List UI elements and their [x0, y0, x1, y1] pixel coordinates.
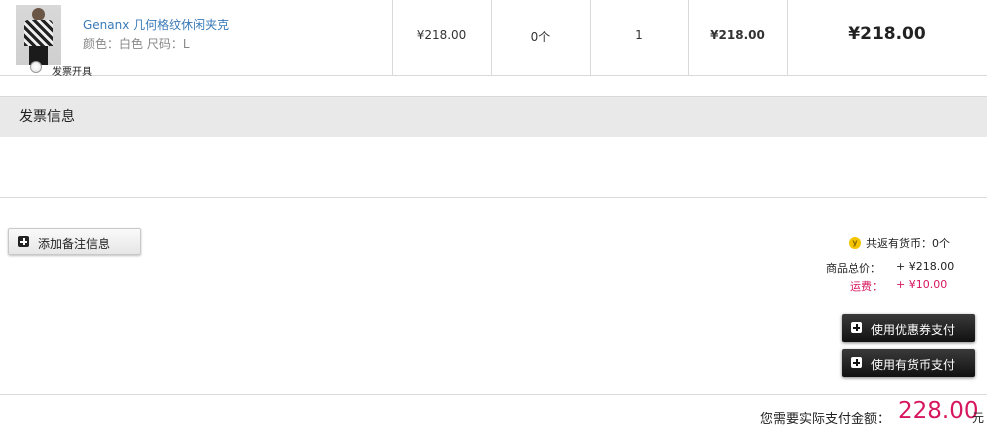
product-thumbnail[interactable] — [16, 5, 61, 65]
add-note-button[interactable]: 添加备注信息 — [8, 228, 141, 255]
coin-reward: 0个 — [530, 30, 551, 44]
invoice-title: 发票信息 — [0, 97, 987, 137]
unit-price: ¥218.00 — [416, 28, 467, 42]
quantity: 1 — [635, 28, 643, 42]
product-name-link[interactable]: Genanx 几何格纹休闲夹克 — [83, 16, 229, 33]
payment-label: 您需要实际支付金额： — [760, 412, 891, 425]
coin-icon: y — [849, 237, 861, 249]
invoice-radio[interactable] — [30, 61, 42, 73]
plus-square-icon — [18, 236, 29, 247]
plus-square-icon — [851, 357, 862, 368]
shipping-label: 运费： — [850, 280, 883, 293]
shipping-value: + ¥10.00 — [896, 278, 948, 291]
row-total: ¥218.00 — [848, 24, 926, 44]
divider — [0, 394, 987, 395]
payment-unit: 元 — [972, 411, 985, 425]
use-coin-pay-button[interactable]: 使用有货币支付 — [842, 349, 975, 377]
invoice-radio-label[interactable]: 发票开具 — [52, 63, 92, 78]
use-coin-pay-label: 使用有货币支付 — [871, 358, 956, 372]
goods-total-label: 商品总价： — [826, 262, 881, 275]
use-coupon-label: 使用优惠券支付 — [871, 323, 956, 337]
order-product-row: Genanx 几何格纹休闲夹克 颜色：白色 尺码：L ¥218.00 0个 1 … — [0, 0, 987, 76]
payment-amount: 228.00 — [898, 398, 979, 424]
use-coupon-button[interactable]: 使用优惠券支付 — [842, 314, 975, 342]
coin-return-text: 共返有货币：0个 — [866, 237, 950, 250]
add-note-label: 添加备注信息 — [38, 237, 111, 251]
goods-total-value: + ¥218.00 — [896, 260, 955, 273]
product-attributes: 颜色：白色 尺码：L — [83, 37, 190, 51]
plus-square-icon — [851, 322, 862, 333]
subtotal: ¥218.00 — [710, 28, 765, 42]
invoice-section: 发票信息 — [0, 96, 987, 198]
